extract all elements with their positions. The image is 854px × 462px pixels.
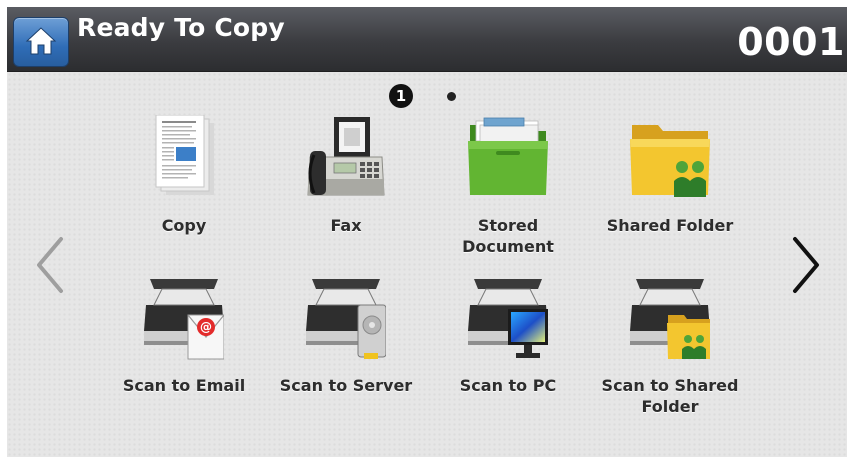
- app-scan-to-server[interactable]: Scan to Server: [271, 275, 421, 425]
- app-label: Scan to Shared Folder: [601, 376, 739, 416]
- fax-machine-icon: [307, 117, 385, 196]
- chevron-right-icon: [793, 237, 819, 293]
- chevron-left-icon: [37, 237, 63, 293]
- home-button[interactable]: [13, 17, 69, 67]
- copy-counter: 0001: [737, 20, 845, 64]
- copier-home-screen: Ready To Copy 0001 1 Copy Fax Stored Doc…: [7, 7, 847, 457]
- app-label: Stored Document: [462, 216, 554, 256]
- page-indicator-current: 1: [389, 84, 413, 108]
- status-bar: Ready To Copy 0001: [7, 7, 847, 72]
- scan-pc-icon: [468, 279, 548, 358]
- copy-document-icon: [155, 115, 214, 195]
- app-label: Scan to Email: [122, 376, 246, 395]
- page-indicator-2[interactable]: [447, 92, 456, 101]
- app-fax[interactable]: Fax: [271, 115, 421, 265]
- app-label: Scan to Server: [279, 376, 413, 395]
- app-label: Shared Folder: [606, 216, 734, 235]
- app-scan-to-shared-folder[interactable]: Scan to Shared Folder: [595, 275, 745, 425]
- app-label: Fax: [330, 216, 362, 235]
- next-page-button[interactable]: [785, 235, 825, 295]
- home-icon: [25, 27, 57, 55]
- app-scan-to-email[interactable]: @ Scan to Email: [109, 275, 259, 425]
- app-label: Copy: [161, 216, 207, 235]
- app-stored-document[interactable]: Stored Document: [433, 115, 583, 265]
- app-scan-to-pc[interactable]: Scan to PC: [433, 275, 583, 425]
- previous-page-button[interactable]: [31, 235, 71, 295]
- app-shared-folder[interactable]: Shared Folder: [595, 115, 745, 265]
- app-label: Scan to PC: [459, 376, 557, 395]
- svg-text:@: @: [200, 320, 212, 334]
- scan-email-icon: @: [144, 279, 224, 360]
- shared-folder-icon: [630, 125, 710, 197]
- app-copy[interactable]: Copy: [109, 115, 259, 265]
- green-folder-icon: [468, 117, 548, 195]
- scan-shared-folder-icon: [630, 279, 710, 359]
- page-title: Ready To Copy: [77, 13, 285, 42]
- scan-server-icon: [306, 279, 386, 359]
